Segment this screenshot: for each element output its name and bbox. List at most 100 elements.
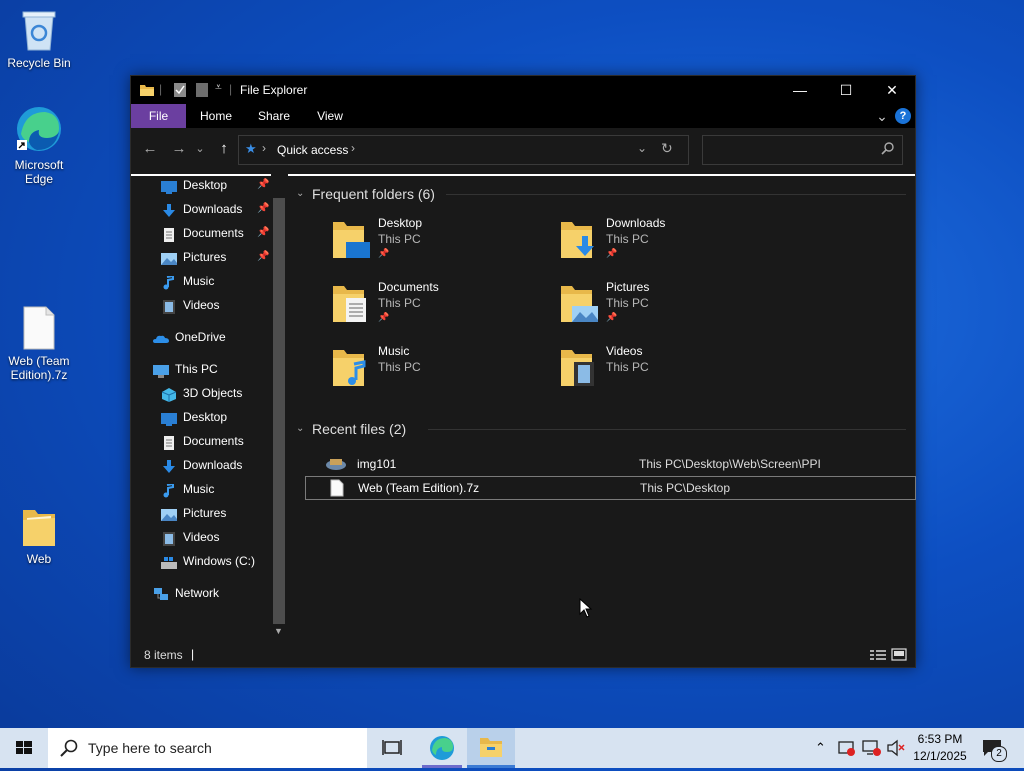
recent-file-row-selected[interactable]: Web (Team Edition).7z This PC\Desktop: [305, 476, 916, 500]
maximize-button[interactable]: ☐: [823, 76, 869, 104]
tab-home[interactable]: Home: [193, 104, 239, 128]
drive-icon: [161, 555, 177, 569]
up-button[interactable]: ↑: [213, 138, 235, 160]
file-path: This PC\Desktop: [640, 481, 731, 495]
nav-item-windows-c[interactable]: Windows (C:): [161, 550, 255, 572]
breadcrumb-quick-access[interactable]: Quick access: [277, 143, 348, 157]
folder-tile-pictures[interactable]: Pictures This PC 📌: [560, 278, 760, 334]
nav-item-network[interactable]: Network: [153, 582, 219, 604]
desktop-icon-edge[interactable]: Microsoft Edge: [1, 104, 77, 186]
taskbar-search-box[interactable]: Type here to search: [48, 728, 367, 768]
close-button[interactable]: ✕: [869, 76, 915, 104]
clock-date[interactable]: 12/1/2025: [912, 749, 968, 763]
collapse-chevron-icon[interactable]: ⌄: [296, 423, 304, 434]
show-hidden-icons-button[interactable]: ⌃: [815, 740, 826, 756]
title-bar[interactable]: | ⩡ | File Explorer — ☐ ✕: [131, 76, 915, 104]
collapse-chevron-icon[interactable]: ⌄: [296, 188, 304, 199]
desktop-icon-web-folder[interactable]: Web: [1, 504, 77, 566]
nav-item-pc-downloads[interactable]: Downloads: [161, 454, 242, 476]
folder-tile-downloads[interactable]: Downloads This PC 📌: [560, 214, 760, 270]
tab-file[interactable]: File: [131, 104, 186, 128]
tab-share[interactable]: Share: [251, 104, 297, 128]
documents-folder-icon: [332, 282, 372, 329]
nav-item-music[interactable]: Music: [161, 270, 214, 292]
folder-tile-desktop[interactable]: Desktop This PC 📌: [332, 214, 532, 270]
back-button[interactable]: ←: [139, 138, 161, 160]
nav-item-desktop[interactable]: Desktop: [161, 174, 227, 196]
new-folder-icon[interactable]: [195, 82, 209, 101]
folder-app-icon: [139, 82, 155, 101]
nav-item-downloads[interactable]: Downloads: [161, 198, 242, 220]
network-status-icon[interactable]: [862, 739, 882, 760]
details-view-button[interactable]: [869, 648, 887, 665]
downloads-icon: [161, 459, 177, 473]
folder-tile-documents[interactable]: Documents This PC 📌: [332, 278, 532, 334]
nav-item-label: Desktop: [183, 410, 228, 424]
large-icons-view-button[interactable]: [891, 648, 907, 665]
pictures-folder-icon: [560, 282, 600, 329]
nav-item-pc-desktop[interactable]: Desktop: [161, 406, 227, 428]
recent-file-row[interactable]: img101 This PC\Desktop\Web\Screen\PPI: [305, 453, 914, 475]
frequent-folders-header[interactable]: Frequent folders (6): [312, 186, 435, 202]
desktop-icon: [161, 179, 177, 194]
desktop-icon-recycle-bin[interactable]: Recycle Bin: [1, 8, 77, 70]
scrollbar-thumb[interactable]: [273, 198, 285, 624]
recent-locations-button[interactable]: ⌄: [193, 138, 207, 160]
scroll-down-arrow-icon[interactable]: ▼: [274, 626, 283, 636]
item-count: 8 items: [144, 648, 183, 662]
nav-item-label: Videos: [183, 530, 220, 544]
tile-name: Downloads: [606, 216, 666, 230]
notification-center-button[interactable]: 2: [982, 738, 1007, 762]
nav-item-3d-objects[interactable]: 3D Objects: [161, 382, 242, 404]
taskbar-search-input[interactable]: Type here to search: [88, 740, 212, 756]
nav-item-documents[interactable]: Documents: [161, 222, 244, 244]
help-button[interactable]: ?: [895, 108, 911, 124]
nav-item-pc-documents[interactable]: Documents: [161, 430, 244, 452]
task-view-icon: [382, 740, 402, 755]
security-icon[interactable]: [838, 739, 856, 760]
volume-muted-icon[interactable]: [886, 739, 906, 760]
address-dropdown-button[interactable]: ⌄: [637, 141, 647, 155]
breadcrumb-separator: ›: [262, 141, 266, 155]
start-button[interactable]: [0, 728, 48, 768]
address-bar[interactable]: ★ › Quick access › ⌄ ↻: [238, 135, 689, 165]
nav-item-pictures[interactable]: Pictures: [161, 246, 226, 268]
nav-item-pc-videos[interactable]: Videos: [161, 526, 219, 548]
documents-icon: [161, 435, 177, 450]
documents-icon: [161, 227, 177, 242]
nav-item-onedrive[interactable]: OneDrive: [153, 326, 226, 348]
desktop-icon-7z-file[interactable]: Web (Team Edition).7z: [1, 306, 77, 382]
folder-tile-videos[interactable]: Videos This PC: [560, 342, 760, 398]
folder-tile-music[interactable]: Music This PC: [332, 342, 532, 398]
minimize-button[interactable]: —: [777, 76, 823, 104]
expand-ribbon-button[interactable]: ⌄: [871, 104, 893, 128]
properties-icon[interactable]: [173, 82, 187, 101]
desktop-icon-label: Recycle Bin: [7, 56, 71, 70]
breadcrumb-chevron[interactable]: ›: [351, 141, 355, 155]
tile-location: This PC: [606, 296, 649, 310]
3d-objects-icon: [161, 387, 177, 402]
refresh-button[interactable]: ↻: [661, 140, 673, 157]
desktop-icon-label: Web (Team Edition).7z: [8, 354, 70, 382]
clock-time[interactable]: 6:53 PM: [912, 732, 968, 746]
nav-item-label: This PC: [175, 362, 218, 376]
nav-item-pc-music[interactable]: Music: [161, 478, 214, 500]
nav-item-videos[interactable]: Videos: [161, 294, 219, 316]
nav-item-this-pc[interactable]: This PC: [153, 358, 218, 380]
search-box[interactable]: [702, 135, 903, 165]
videos-icon: [161, 531, 177, 546]
recent-files-header[interactable]: Recent files (2): [312, 421, 406, 437]
this-pc-icon: [153, 363, 169, 378]
taskbar-edge-button[interactable]: [418, 728, 466, 768]
pin-icon: 📌: [378, 312, 390, 322]
mouse-pointer-icon: [579, 597, 593, 621]
tab-view[interactable]: View: [307, 104, 353, 128]
nav-item-pc-pictures[interactable]: Pictures: [161, 502, 226, 524]
nav-pane-scrollbar[interactable]: ▼: [271, 174, 287, 643]
file-icon: [22, 306, 56, 350]
task-view-button[interactable]: [368, 728, 416, 768]
forward-button[interactable]: →: [168, 138, 190, 160]
pin-icon: 📌: [257, 251, 270, 262]
taskbar-file-explorer-button[interactable]: [467, 728, 515, 768]
customize-qat-icon[interactable]: ⩡: [215, 80, 222, 95]
